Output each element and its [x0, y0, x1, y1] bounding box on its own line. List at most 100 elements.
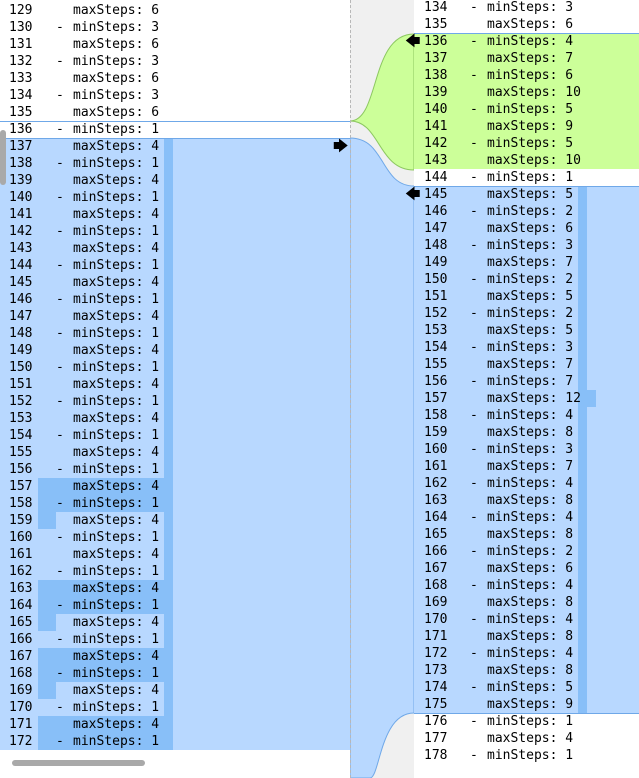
diff-line[interactable]: 144 - minSteps: 1 — [414, 169, 639, 186]
diff-line[interactable]: 149 maxSteps: 4 — [0, 342, 350, 359]
diff-line[interactable]: 149 maxSteps: 7 — [414, 254, 639, 271]
diff-line[interactable]: 138 - minSteps: 1 — [0, 155, 350, 172]
diff-line[interactable]: 140 - minSteps: 5 — [414, 101, 639, 118]
diff-line[interactable]: 169 maxSteps: 8 — [414, 594, 639, 611]
diff-line[interactable]: 169 maxSteps: 4 — [0, 682, 350, 699]
diff-line[interactable]: 163 maxSteps: 8 — [414, 492, 639, 509]
diff-line[interactable]: 168 - minSteps: 4 — [414, 577, 639, 594]
diff-line[interactable]: 147 maxSteps: 6 — [414, 220, 639, 237]
diff-line[interactable]: 151 maxSteps: 5 — [414, 288, 639, 305]
diff-line[interactable]: 147 maxSteps: 4 — [0, 308, 350, 325]
diff-line[interactable]: 166 - minSteps: 1 — [0, 631, 350, 648]
diff-line[interactable]: 152 - minSteps: 1 — [0, 393, 350, 410]
diff-line[interactable]: 165 maxSteps: 4 — [0, 614, 350, 631]
diff-line[interactable]: 154 - minSteps: 1 — [0, 427, 350, 444]
diff-line[interactable]: 162 - minSteps: 1 — [0, 563, 350, 580]
diff-line[interactable]: 146 - minSteps: 2 — [414, 203, 639, 220]
diff-line[interactable]: 140 - minSteps: 1 — [0, 189, 350, 206]
diff-line[interactable]: 138 - minSteps: 6 — [414, 67, 639, 84]
diff-line[interactable]: 171 maxSteps: 4 — [0, 716, 350, 733]
diff-line[interactable]: 142 - minSteps: 1 — [0, 223, 350, 240]
diff-line[interactable]: 156 - minSteps: 7 — [414, 373, 639, 390]
diff-line[interactable]: 178 - minSteps: 1 — [414, 747, 639, 764]
diff-line[interactable]: 135 maxSteps: 6 — [414, 16, 639, 33]
diff-line[interactable]: 168 - minSteps: 1 — [0, 665, 350, 682]
diff-line[interactable]: 150 - minSteps: 2 — [414, 271, 639, 288]
diff-line[interactable]: 153 maxSteps: 4 — [0, 410, 350, 427]
diff-line[interactable]: 159 maxSteps: 4 — [0, 512, 350, 529]
diff-line[interactable]: 156 - minSteps: 1 — [0, 461, 350, 478]
diff-line[interactable]: 134 - minSteps: 3 — [414, 0, 639, 16]
diff-line[interactable]: 172 - minSteps: 4 — [414, 645, 639, 662]
diff-line[interactable]: 152 - minSteps: 2 — [414, 305, 639, 322]
diff-line[interactable]: 148 - minSteps: 3 — [414, 237, 639, 254]
diff-line[interactable]: 145 maxSteps: 5 — [414, 186, 639, 203]
diff-line[interactable]: 160 - minSteps: 3 — [414, 441, 639, 458]
diff-line[interactable]: 171 maxSteps: 8 — [414, 628, 639, 645]
diff-line[interactable]: 142 - minSteps: 5 — [414, 135, 639, 152]
vertical-scrollbar[interactable] — [0, 130, 6, 185]
diff-line[interactable]: 172 - minSteps: 1 — [0, 733, 350, 750]
diff-line[interactable]: 141 maxSteps: 4 — [0, 206, 350, 223]
diff-line[interactable]: 165 maxSteps: 8 — [414, 526, 639, 543]
diff-line[interactable]: 173 maxSteps: 8 — [414, 662, 639, 679]
diff-line[interactable]: 129 maxSteps: 6 — [0, 2, 350, 19]
arrow-right-icon[interactable]: 🡆 — [333, 139, 349, 154]
horizontal-scrollbar[interactable] — [12, 760, 145, 766]
diff-line[interactable]: 170 - minSteps: 1 — [0, 699, 350, 716]
value-highlight — [164, 189, 173, 206]
diff-line[interactable]: 139 maxSteps: 10 — [414, 84, 639, 101]
left-diff-pane[interactable]: 129 maxSteps: 6 130- minSteps: 3 131 maxSteps… — [0, 0, 350, 778]
diff-line[interactable]: 131 maxSteps: 6 — [0, 36, 350, 53]
diff-line[interactable]: 148 - minSteps: 1 — [0, 325, 350, 342]
diff-line[interactable]: 144 - minSteps: 1 — [0, 257, 350, 274]
diff-line[interactable]: 164 - minSteps: 4 — [414, 509, 639, 526]
diff-line[interactable]: 159 maxSteps: 8 — [414, 424, 639, 441]
diff-line[interactable]: 137 maxSteps: 4 — [0, 138, 350, 155]
diff-line[interactable]: 166 - minSteps: 2 — [414, 543, 639, 560]
diff-line[interactable]: 132 - minSteps: 3 — [0, 53, 350, 70]
diff-line[interactable]: 155 maxSteps: 4 — [0, 444, 350, 461]
diff-line[interactable]: 158 - minSteps: 1 — [0, 495, 350, 512]
line-text: minSteps: 3 — [487, 0, 574, 15]
diff-line[interactable]: 167 maxSteps: 4 — [0, 648, 350, 665]
diff-line[interactable]: 161 maxSteps: 7 — [414, 458, 639, 475]
diff-line[interactable]: 133 maxSteps: 6 — [0, 70, 350, 87]
diff-line[interactable]: 141 maxSteps: 9 — [414, 118, 639, 135]
diff-line[interactable]: 145 maxSteps: 4 — [0, 274, 350, 291]
diff-line[interactable]: 146 - minSteps: 1 — [0, 291, 350, 308]
diff-line[interactable]: 153 maxSteps: 5 — [414, 322, 639, 339]
diff-line[interactable]: 154 - minSteps: 3 — [414, 339, 639, 356]
diff-line[interactable]: 151 maxSteps: 4 — [0, 376, 350, 393]
diff-line[interactable]: 167 maxSteps: 6 — [414, 560, 639, 577]
diff-line[interactable]: 137 maxSteps: 7 — [414, 50, 639, 67]
diff-line[interactable]: 164 - minSteps: 1 — [0, 597, 350, 614]
diff-line[interactable]: 135 maxSteps: 6 — [0, 104, 350, 121]
diff-line[interactable]: 176 - minSteps: 1 — [414, 713, 639, 730]
value-highlight — [164, 274, 173, 291]
diff-line[interactable]: 157 maxSteps: 4 — [0, 478, 350, 495]
diff-line[interactable]: 143 maxSteps: 4 — [0, 240, 350, 257]
diff-line[interactable]: 177 maxSteps: 4 — [414, 730, 639, 747]
diff-line[interactable]: 158 - minSteps: 4 — [414, 407, 639, 424]
diff-line[interactable]: 150 - minSteps: 1 — [0, 359, 350, 376]
diff-line[interactable]: 155 maxSteps: 7 — [414, 356, 639, 373]
diff-line[interactable]: 160 - minSteps: 1 — [0, 529, 350, 546]
diff-line[interactable]: 134 - minSteps: 3 — [0, 87, 350, 104]
right-diff-pane[interactable]: 134- minSteps: 3 135 maxSteps: 6 136- minStep… — [414, 0, 639, 778]
diff-line[interactable]: 143 maxSteps: 10 — [414, 152, 639, 169]
diff-line[interactable]: 139 maxSteps: 4 — [0, 172, 350, 189]
diff-line[interactable]: 175 maxSteps: 9 — [414, 696, 639, 713]
diff-line[interactable]: 157 maxSteps: 12 — [414, 390, 639, 407]
line-text: minSteps: 2 — [487, 204, 574, 219]
arrow-left-icon[interactable]: 🡄 — [405, 34, 421, 49]
diff-line[interactable]: 130 - minSteps: 3 — [0, 19, 350, 36]
diff-line[interactable]: 174 - minSteps: 5 — [414, 679, 639, 696]
diff-line[interactable]: 136 - minSteps: 4 — [414, 33, 639, 50]
diff-line[interactable]: 136 - minSteps: 1 — [0, 121, 350, 138]
diff-line[interactable]: 161 maxSteps: 4 — [0, 546, 350, 563]
diff-line[interactable]: 162 - minSteps: 4 — [414, 475, 639, 492]
diff-line[interactable]: 163 maxSteps: 4 — [0, 580, 350, 597]
diff-line[interactable]: 170 - minSteps: 4 — [414, 611, 639, 628]
arrow-left-icon[interactable]: 🡄 — [405, 187, 421, 202]
